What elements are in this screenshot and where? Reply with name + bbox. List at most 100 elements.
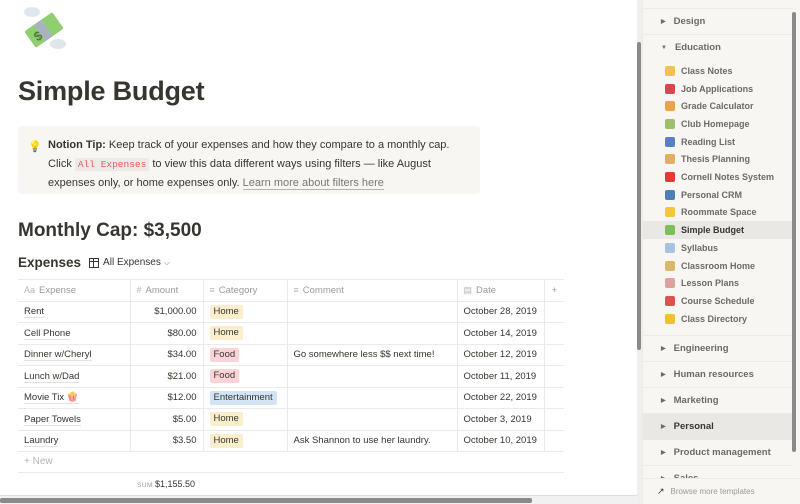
expense-cell[interactable]: Paper Towels (18, 408, 131, 431)
date-cell[interactable]: October 14, 2019 (457, 322, 545, 345)
table-row[interactable]: Movie Tix 🍿 $12.00 Entertainment October 22… (18, 387, 564, 409)
sidebar-section-design[interactable]: ▶ Design (643, 8, 793, 34)
expense-cell[interactable]: Lunch w/Dad (18, 365, 131, 388)
sidebar-section-marketing[interactable]: ▶ Marketing (643, 386, 793, 413)
money-with-wings-icon[interactable]: $ (18, 4, 70, 52)
sidebar-item-grade-calculator[interactable]: Grade Calculator (643, 97, 793, 115)
hand-icon (665, 207, 675, 218)
triangle-right-icon: ▶ (661, 345, 666, 352)
sidebar-section-education[interactable]: ▼ Education (643, 34, 793, 60)
category-cell[interactable]: Home (203, 430, 288, 452)
category-tag: Home (209, 304, 243, 319)
comment-cell[interactable] (287, 387, 458, 409)
date-cell[interactable]: October 12, 2019 (457, 344, 545, 366)
date-cell[interactable]: October 28, 2019 (457, 301, 545, 323)
amount-cell[interactable]: $5.00 (130, 408, 204, 431)
sidebar-section-engineering[interactable]: ▶ Engineering (643, 334, 793, 361)
view-selector[interactable]: All Expenses ⌵ (89, 257, 170, 268)
date-cell[interactable]: October 22, 2019 (457, 387, 545, 409)
sidebar-item-class-notes[interactable]: Class Notes (643, 62, 793, 80)
sidebar-section-human-resources[interactable]: ▶ Human resources (643, 360, 793, 387)
date-cell[interactable]: October 11, 2019 (457, 365, 545, 388)
expenses-table: Aa Expense # Amount ≡ Category ≡ Comment ▤ Da… (18, 279, 564, 452)
sidebar-item-thesis-planning[interactable]: Thesis Planning (643, 151, 793, 169)
item-label: Grade Calculator (681, 101, 754, 112)
sidebar-item-cornell-notes-system[interactable]: Cornell Notes System (643, 168, 793, 186)
category-cell[interactable]: Home (203, 408, 288, 431)
expense-cell[interactable]: Rent (18, 301, 131, 323)
expense-name: Rent (24, 306, 45, 319)
database-title[interactable]: Expenses (18, 255, 81, 270)
sidebar-item-personal-crm[interactable]: Personal CRM (643, 186, 793, 204)
comment-cell[interactable]: Ask Shannon to use her laundry. (287, 430, 458, 452)
add-column-button[interactable]: + (544, 279, 564, 302)
expense-cell[interactable]: Cell Phone (18, 322, 131, 345)
date-cell[interactable]: October 10, 2019 (457, 430, 545, 452)
text-lines-property-icon: ≡ (293, 284, 299, 295)
category-cell[interactable]: Food (203, 344, 288, 366)
section-label: Marketing (673, 394, 719, 406)
table-row[interactable]: Laundry $3.50 Home Ask Shannon to use her l… (18, 430, 564, 452)
table-row[interactable]: Cell Phone $80.00 Home October 14, 2019 (18, 322, 564, 345)
horizontal-scrollbar[interactable] (0, 495, 637, 504)
table-row[interactable]: Paper Towels $5.00 Home October 3, 2019 (18, 408, 564, 431)
chevron-down-icon: ⌵ (163, 257, 170, 267)
new-label: New (32, 456, 53, 467)
sidebar-item-club-homepage[interactable]: Club Homepage (643, 115, 793, 133)
comment-cell[interactable] (287, 365, 458, 388)
amount-cell[interactable]: $12.00 (130, 387, 204, 409)
sidebar-item-job-applications[interactable]: Job Applications (643, 80, 793, 98)
item-label: Job Applications (681, 83, 754, 94)
main-vertical-scrollbar[interactable] (637, 42, 641, 350)
column-header-category[interactable]: ≡ Category (203, 279, 288, 302)
sidebar-item-course-schedule[interactable]: Course Schedule (643, 292, 793, 310)
new-row-button[interactable]: + New (18, 451, 564, 473)
amount-cell[interactable]: $80.00 (130, 322, 204, 345)
amount-cell[interactable]: $3.50 (130, 430, 204, 452)
amount-cell[interactable]: $21.00 (130, 365, 204, 388)
category-cell[interactable]: Home (203, 301, 288, 323)
column-header-comment[interactable]: ≡ Comment (287, 279, 458, 302)
amount-cell[interactable]: $34.00 (130, 344, 204, 366)
section-label: Human resources (673, 368, 754, 380)
comment-cell[interactable] (287, 301, 458, 323)
column-header-expense[interactable]: Aa Expense (18, 279, 131, 302)
sidebar-item-syllabus[interactable]: Syllabus (643, 239, 793, 257)
comment-cell[interactable] (287, 408, 458, 431)
amount-sum[interactable]: SUM $1,155.50 (137, 479, 195, 489)
category-cell[interactable]: Entertainment (203, 387, 288, 409)
expense-cell[interactable]: Dinner w/Cheryl (18, 344, 131, 366)
table-row[interactable]: Lunch w/Dad $21.00 Food October 11, 2019 (18, 365, 564, 388)
table-row[interactable]: Rent $1,000.00 Home October 28, 2019 (18, 301, 564, 323)
sidebar-item-lesson-plans[interactable]: Lesson Plans (643, 274, 793, 292)
browse-more-templates-link[interactable]: ↗ Browse more templates (643, 478, 800, 504)
horizontal-scrollbar-thumb[interactable] (0, 498, 532, 503)
empty-cell (544, 301, 564, 323)
select-property-icon: ≡ (209, 284, 215, 295)
filters-help-link[interactable]: Learn more about filters here (242, 177, 384, 190)
view-label: All Expenses (103, 257, 161, 268)
category-cell[interactable]: Home (203, 322, 288, 345)
column-header-date[interactable]: ▤ Date (457, 279, 545, 302)
sidebar-item-simple-budget[interactable]: Simple Budget (643, 221, 793, 239)
category-cell[interactable]: Food (203, 365, 288, 388)
sidebar-item-reading-list[interactable]: Reading List (643, 133, 793, 151)
comment-cell[interactable] (287, 322, 458, 345)
sidebar-scrollbar[interactable] (792, 12, 796, 452)
sidebar-item-roommate-space[interactable]: Roommate Space (643, 204, 793, 222)
empty-cell (544, 322, 564, 345)
expense-cell[interactable]: Movie Tix 🍿 (18, 387, 131, 409)
comment-cell[interactable]: Go somewhere less $$ next time! (287, 344, 458, 366)
column-header-amount[interactable]: # Amount (130, 279, 204, 302)
date-cell[interactable]: October 3, 2019 (457, 408, 545, 431)
sidebar-item-classroom-home[interactable]: Classroom Home (643, 257, 793, 275)
sidebar-section-personal[interactable]: ▶ Personal (643, 412, 793, 439)
table-row[interactable]: Dinner w/Cheryl $34.00 Food Go somewhere le… (18, 344, 564, 366)
books-icon (665, 136, 675, 147)
sidebar-item-class-directory[interactable]: Class Directory (643, 310, 793, 328)
sidebar-section-product-management[interactable]: ▶ Product management (643, 438, 793, 465)
expense-cell[interactable]: Laundry (18, 430, 131, 452)
calendar-icon (665, 295, 675, 306)
amount-cell[interactable]: $1,000.00 (130, 301, 204, 323)
category-tag: Entertainment (209, 390, 277, 405)
